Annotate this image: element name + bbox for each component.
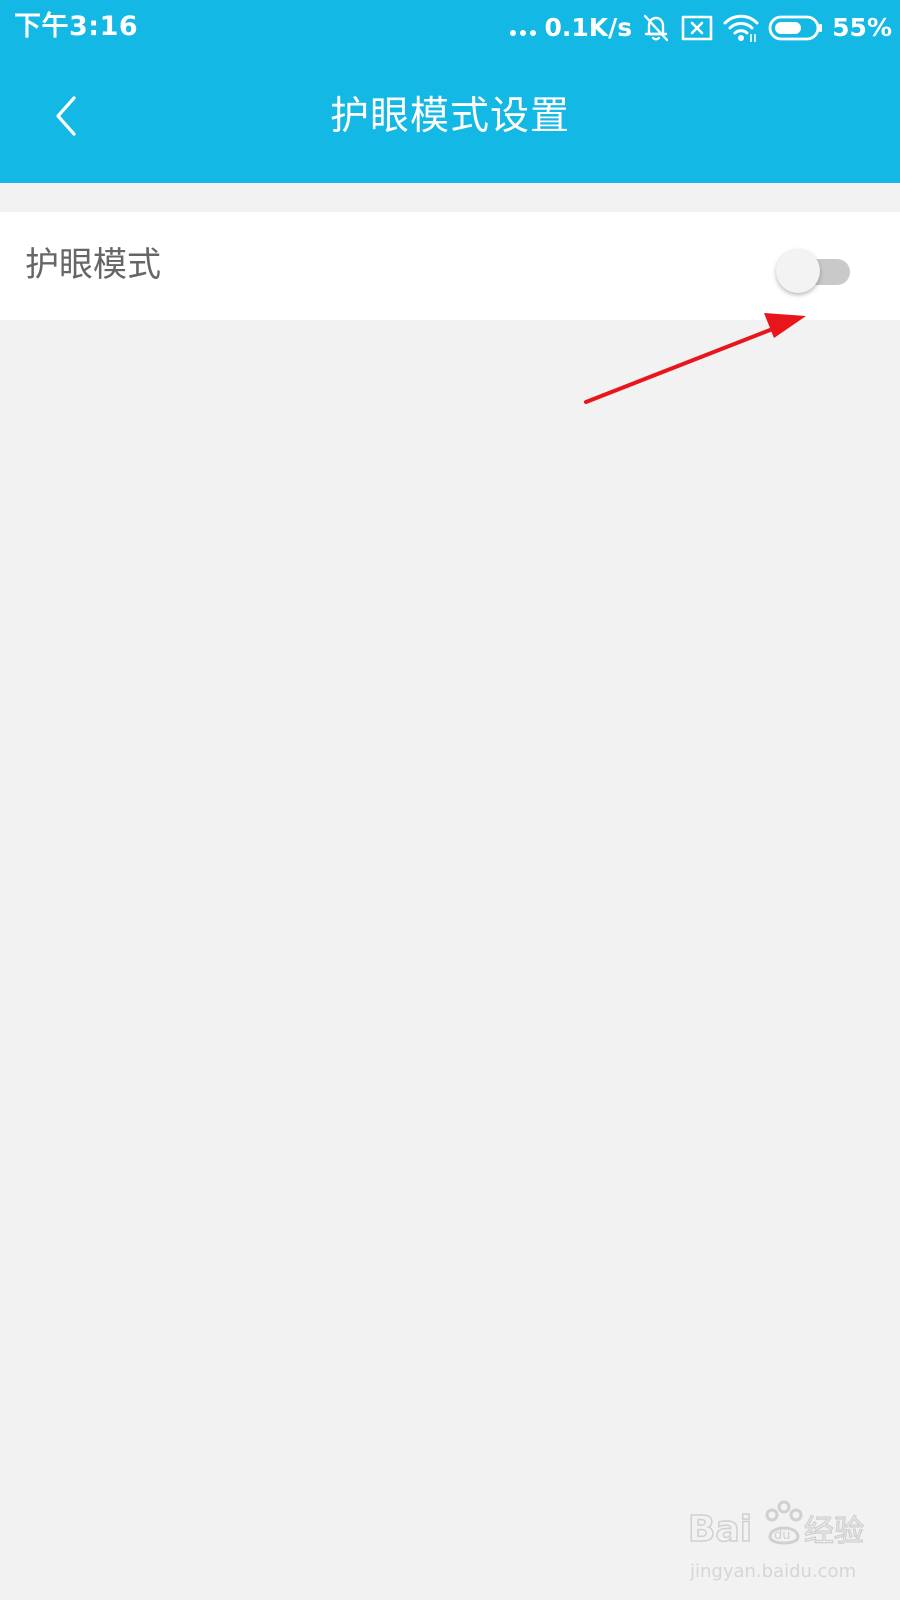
eye-care-mode-row[interactable]: 护眼模式 [0, 212, 900, 320]
svg-text:du: du [774, 1528, 791, 1543]
status-time: 下午3:16 [14, 11, 139, 42]
no-sim-icon [680, 14, 714, 42]
network-speed: 0.1K/s [544, 13, 633, 42]
baidu-jingyan-watermark: Bai du 经验 jingyan.baidu.com [686, 1497, 886, 1587]
battery-icon [768, 14, 824, 42]
signal-dots-icon [510, 30, 537, 36]
mute-bell-icon [640, 12, 672, 44]
status-bar: 下午3:16 0.1K/s 55% [0, 0, 900, 56]
page-title: 护眼模式设置 [329, 94, 570, 139]
svg-text:经验: 经验 [804, 1514, 864, 1549]
svg-text:Bai: Bai [688, 1509, 752, 1550]
wifi-icon [722, 12, 760, 44]
battery-percent: 55% [832, 13, 892, 42]
eye-care-mode-label: 护眼模式 [25, 245, 161, 285]
eye-care-mode-toggle[interactable] [776, 249, 852, 295]
toggle-thumb [776, 249, 820, 293]
app-bar: 护眼模式设置 [0, 56, 900, 183]
status-icons: 0.1K/s 55% [510, 8, 892, 48]
svg-text:jingyan.baidu.com: jingyan.baidu.com [689, 1561, 856, 1582]
